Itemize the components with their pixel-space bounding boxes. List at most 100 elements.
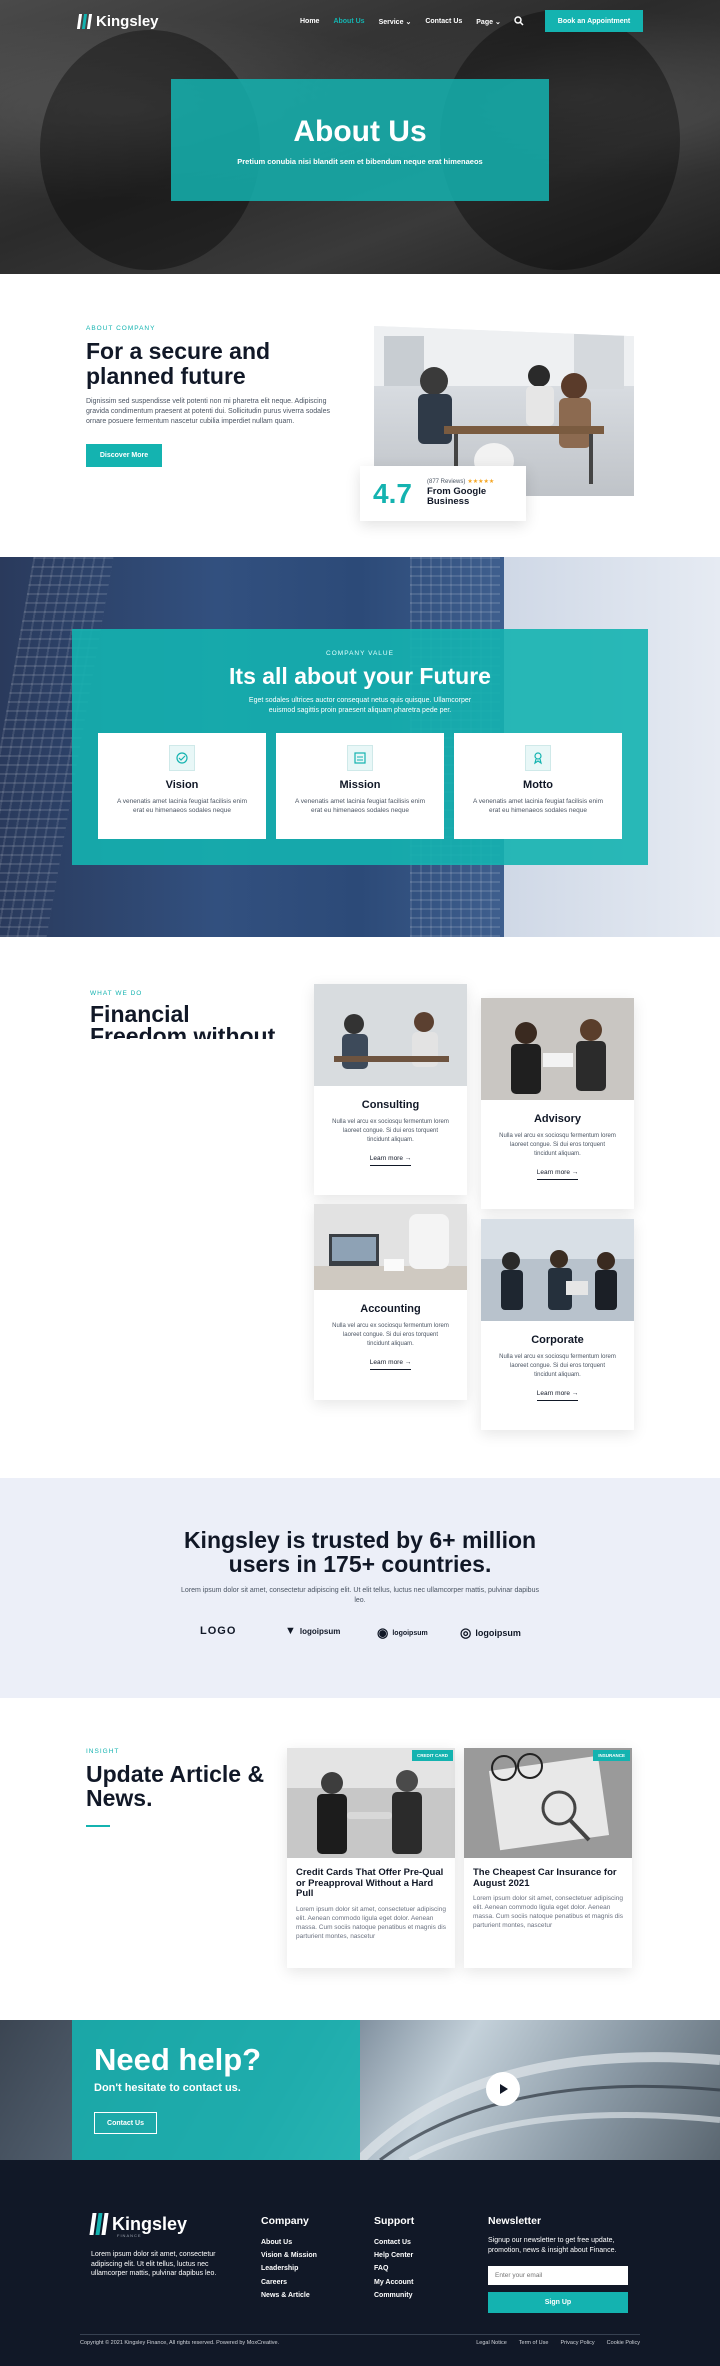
service-card-text: Nulla vel arcu ex sociosqu fermentum lor… <box>332 1323 449 1347</box>
footer-link-careers[interactable]: Careers <box>261 2276 317 2289</box>
nav-about[interactable]: About Us <box>333 18 364 26</box>
footer-link-help[interactable]: Help Center <box>374 2249 414 2262</box>
footer-link-news[interactable]: News & Article <box>261 2289 317 2302</box>
email-field[interactable] <box>488 2266 628 2285</box>
footer-link-account[interactable]: My Account <box>374 2276 414 2289</box>
article-title[interactable]: The Cheapest Car Insurance for August 20… <box>473 1867 623 1889</box>
service-card-title: Advisory <box>533 1113 582 1125</box>
services-heading: WHAT WE DO Financial Freedom without <box>90 990 280 1039</box>
chevron-down-icon: ⌄ <box>494 19 501 26</box>
legal-notice-link[interactable]: Legal Notice <box>476 2340 507 2346</box>
footer-link-vision[interactable]: Vision & Mission <box>261 2249 317 2262</box>
about-body: Dignissim sed suspendisse velit potenti … <box>86 398 330 425</box>
contact-us-button[interactable]: Contact Us <box>94 2112 157 2134</box>
footer-about: Lorem ipsum dolor sit amet, consectetur … <box>91 2251 217 2277</box>
service-card-accounting[interactable]: Accounting Nulla vel arcu ex sociosqu fe… <box>314 1204 467 1400</box>
play-icon <box>500 2084 508 2094</box>
corporate-photo <box>481 1219 634 1321</box>
terms-link[interactable]: Term of Use <box>519 2340 549 2346</box>
learn-more-link[interactable]: Learn more → <box>536 1390 579 1401</box>
footer-newsletter-column: Newsletter Signup our newsletter to get … <box>488 2215 628 2256</box>
book-appointment-button[interactable]: Book an Appointment <box>545 10 643 32</box>
arrow-right-icon: → <box>404 1155 412 1162</box>
nav-page[interactable]: Page ⌄ <box>476 18 501 26</box>
learn-more-link[interactable]: Learn more → <box>369 1155 412 1166</box>
rating-value: 4.7 <box>373 478 412 509</box>
about-text: ABOUT COMPANY For a secure and planned f… <box>86 325 341 427</box>
newsletter-text: Signup our newsletter to get free update… <box>488 2237 617 2254</box>
help-section: Need help? Don't hesitate to contact us.… <box>0 2020 720 2160</box>
footer-link-faq[interactable]: FAQ <box>374 2262 414 2275</box>
cookie-link[interactable]: Cookie Policy <box>607 2340 640 2346</box>
nav-service[interactable]: Service ⌄ <box>379 18 412 26</box>
service-card-text: Nulla vel arcu ex sociosqu fermentum lor… <box>499 1133 616 1157</box>
sign-up-button[interactable]: Sign Up <box>488 2292 628 2313</box>
footer-link-about[interactable]: About Us <box>261 2236 317 2249</box>
insight-heading: INSIGHT Update Article & News. <box>86 1748 276 1810</box>
about-title: For a secure and planned future <box>86 338 271 389</box>
service-card-title: Accounting <box>360 1303 421 1315</box>
footer: Kingsley FINANCE Lorem ipsum dolor sit a… <box>0 2160 720 2366</box>
service-card-title: Consulting <box>361 1099 420 1111</box>
rating-card: 4.7 (877 Reviews) ★★★★★ From Google Busin… <box>360 466 526 521</box>
advisory-photo <box>481 998 634 1100</box>
insight-title: Update Article & News. <box>86 1761 265 1811</box>
service-card-text: Nulla vel arcu ex sociosqu fermentum lor… <box>332 1119 449 1143</box>
footer-support-column: Support Contact Us Help Center FAQ My Ac… <box>374 2215 414 2302</box>
article-photo-insurance: INSURANCE <box>464 1748 632 1858</box>
article-photo-handshake: CREDIT CARD <box>287 1748 455 1858</box>
footer-link-leadership[interactable]: Leadership <box>261 2262 317 2275</box>
privacy-link[interactable]: Privacy Policy <box>560 2340 594 2346</box>
rating-label: From Google Business <box>427 486 487 507</box>
about-eyebrow: ABOUT COMPANY <box>86 325 156 332</box>
service-card-consulting[interactable]: Consulting Nulla vel arcu ex sociosqu fe… <box>314 984 467 1195</box>
service-card-corporate[interactable]: Corporate Nulla vel arcu ex sociosqu fer… <box>481 1219 634 1430</box>
copyright-text: Copyright © 2021 Kingsley Finance, All r… <box>80 2340 280 2346</box>
trust-title: Kingsley is trusted by 6+ million users … <box>183 1527 537 1577</box>
article-excerpt: Lorem ipsum dolor sit amet, consectetuer… <box>296 1905 446 1940</box>
values-body: Eget sodales ultrices auctor consequat n… <box>248 697 472 714</box>
services-title: Financial Freedom without <box>90 1003 276 1039</box>
brand-logo[interactable]: Kingsley <box>76 13 159 30</box>
values-title: Its all about your Future <box>229 663 491 689</box>
learn-more-link[interactable]: Learn more → <box>536 1169 579 1180</box>
footer-brand-name: Kingsley <box>112 2213 188 2234</box>
hero-section: Kingsley Home About Us Service ⌄ Contact… <box>0 0 720 274</box>
service-card-title: Corporate <box>531 1334 584 1346</box>
nav-home[interactable]: Home <box>300 18 319 26</box>
rating-reviews: (877 Reviews) ★★★★★ <box>427 479 495 485</box>
legal-links: Legal Notice Term of Use Privacy Policy … <box>476 2340 640 2346</box>
value-card-text: A venenatis amet lacinia feugiat facilis… <box>472 798 604 814</box>
footer-logo[interactable]: Kingsley FINANCE <box>89 2213 188 2238</box>
top-nav: Kingsley Home About Us Service ⌄ Contact… <box>0 10 720 34</box>
partner-logo-3: ◉ logoipsum <box>377 1625 428 1640</box>
footer-company-column: Company About Us Vision & Mission Leader… <box>261 2215 317 2302</box>
insight-divider <box>86 1825 110 1827</box>
article-card-1[interactable]: CREDIT CARD Credit Cards That Offer Pre-… <box>287 1748 455 1968</box>
play-video-button[interactable] <box>486 2072 520 2106</box>
partner-logos: LOGO ▼ logoipsum ◉ logoipsum ◎ logoipsum <box>0 1625 720 1641</box>
services-eyebrow: WHAT WE DO <box>90 990 143 997</box>
article-card-2[interactable]: INSURANCE The Cheapest Car Insurance for… <box>464 1748 632 1968</box>
star-icons: ★★★★★ <box>467 479 495 485</box>
nav-contact[interactable]: Contact Us <box>425 18 462 26</box>
motto-icon <box>525 745 551 771</box>
service-card-advisory[interactable]: Advisory Nulla vel arcu ex sociosqu ferm… <box>481 998 634 1209</box>
footer-link-contact[interactable]: Contact Us <box>374 2236 414 2249</box>
footer-link-community[interactable]: Community <box>374 2289 414 2302</box>
footer-newsletter-title: Newsletter <box>488 2215 542 2227</box>
value-card-title: Vision <box>165 779 199 791</box>
search-icon[interactable] <box>514 16 524 26</box>
article-title[interactable]: Credit Cards That Offer Pre-Qual or Prea… <box>296 1867 446 1900</box>
learn-more-link[interactable]: Learn more → <box>369 1359 412 1370</box>
help-title: Need help? <box>94 2042 262 2077</box>
value-card-vision: Vision A venenatis amet lacinia feugiat … <box>98 733 266 839</box>
consulting-photo <box>314 984 467 1086</box>
discover-more-button[interactable]: Discover More <box>86 444 162 467</box>
nav-links: Home About Us Service ⌄ Contact Us Page … <box>300 18 501 26</box>
value-card-title: Mission <box>339 779 381 791</box>
company-values-section: COMPANY VALUE Its all about your Future … <box>0 557 720 937</box>
partner-logo-1: LOGO <box>200 1625 237 1637</box>
arrow-right-icon: → <box>571 1390 579 1397</box>
hero-title-box: About Us Pretium conubia nisi blandit se… <box>171 79 549 201</box>
